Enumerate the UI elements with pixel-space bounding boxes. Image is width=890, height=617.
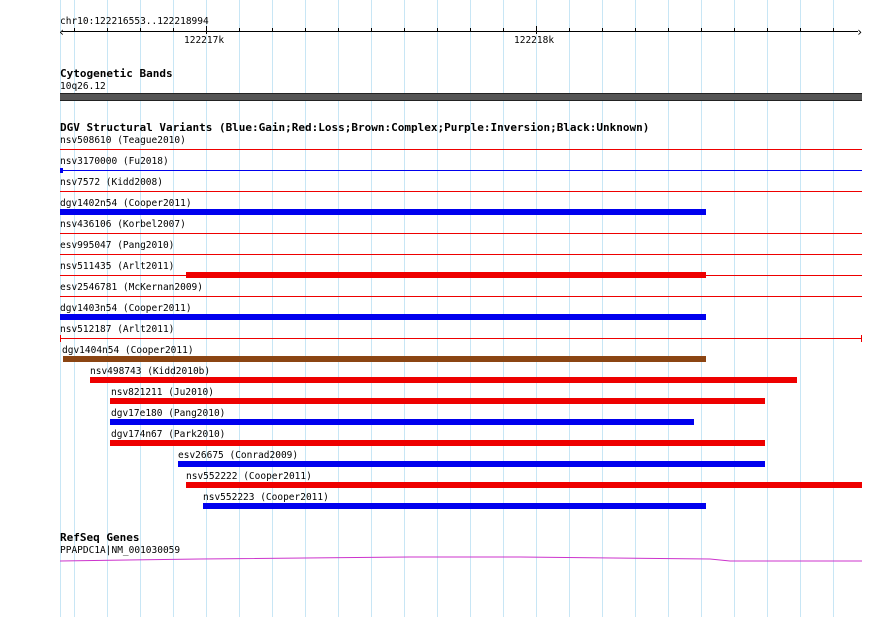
genome-browser-view[interactable]: chr10:122216553..122218994 ‹ › 122217k 1222…: [0, 0, 890, 617]
ruler-minor-tick: [272, 28, 273, 32]
ruler-minor-tick: [107, 28, 108, 32]
dgv-variant-label: nsv512187 (Arlt2011): [60, 324, 175, 335]
dgv-variant-bar: [60, 209, 706, 215]
ruler-minor-tick: [74, 28, 75, 32]
dgv-variant-bar: [110, 419, 694, 425]
ruler-left-arrow-icon: ‹: [58, 25, 66, 39]
ruler-minor-tick: [239, 28, 240, 32]
dgv-variant-label: nsv498743 (Kidd2010b): [90, 366, 211, 377]
ruler-minor-tick: [305, 28, 306, 32]
dgv-variant-label: esv26675 (Conrad2009): [178, 450, 299, 461]
dgv-variant-label: nsv511435 (Arlt2011): [60, 261, 175, 272]
ruler-minor-tick: [338, 28, 339, 32]
dgv-variant-bar: [110, 440, 765, 446]
dgv-variant-line: [60, 149, 862, 150]
dgv-variant-line: [60, 296, 862, 297]
region-label: chr10:122216553..122218994: [60, 16, 209, 27]
dgv-variant-bar: [110, 398, 765, 404]
ruler-minor-tick: [371, 28, 372, 32]
ruler-minor-tick: [503, 28, 504, 32]
dgv-variant-label: dgv17e180 (Pang2010): [111, 408, 226, 419]
dgv-variant-end-cap: [861, 335, 862, 342]
dgv-variant-start-mark: [60, 168, 63, 173]
ruler-minor-tick: [404, 28, 405, 32]
refseq-track-title: RefSeq Genes: [60, 531, 140, 544]
dgv-variant-bar: [90, 377, 797, 383]
ruler-minor-tick: [635, 28, 636, 32]
ruler-minor-tick: [602, 28, 603, 32]
ruler-minor-tick: [470, 28, 471, 32]
ruler-minor-tick: [701, 28, 702, 32]
cytoband-track-title: Cytogenetic Bands: [60, 67, 173, 80]
dgv-variant-bar: [203, 503, 706, 509]
ruler-minor-tick: [569, 28, 570, 32]
ruler-major-tick: [206, 26, 207, 34]
dgv-variant-line: [60, 254, 862, 255]
dgv-variant-line: [60, 191, 862, 192]
ruler-tick-label: 122217k: [184, 35, 225, 46]
dgv-variant-bar: [63, 356, 706, 362]
refseq-gene-line: [59, 556, 862, 562]
dgv-track-title: DGV Structural Variants (Blue:Gain;Red:L…: [60, 121, 650, 134]
ruler-minor-tick: [833, 28, 834, 32]
dgv-variant-label: nsv552222 (Cooper2011): [186, 471, 312, 482]
cytoband-bar[interactable]: [60, 93, 862, 101]
dgv-variant-line: [60, 338, 862, 339]
cytoband-label: 10q26.12: [60, 81, 106, 92]
dgv-variant-label: dgv1404n54 (Cooper2011): [62, 345, 194, 356]
ruler-line: [62, 31, 858, 32]
dgv-variant-label: dgv1403n54 (Cooper2011): [60, 303, 192, 314]
dgv-variant-bar: [186, 482, 862, 488]
dgv-variant-bar: [60, 314, 706, 320]
dgv-variant-label: nsv7572 (Kidd2008): [60, 177, 163, 188]
ruler-minor-tick: [800, 28, 801, 32]
dgv-variant-line: [60, 233, 862, 234]
ruler-minor-tick: [668, 28, 669, 32]
ruler-minor-tick: [734, 28, 735, 32]
dgv-variant-end-cap: [60, 335, 61, 342]
dgv-variant-label: esv995047 (Pang2010): [60, 240, 175, 251]
ruler-major-tick: [536, 26, 537, 34]
dgv-variant-bar: [186, 272, 706, 278]
ruler-right-arrow-icon: ›: [856, 25, 864, 39]
dgv-variant-label: nsv508610 (Teague2010): [60, 135, 186, 146]
ruler-minor-tick: [140, 28, 141, 32]
dgv-variant-label: nsv821211 (Ju2010): [111, 387, 214, 398]
dgv-variant-bar: [178, 461, 765, 467]
dgv-variant-label: nsv3170000 (Fu2018): [60, 156, 169, 167]
ruler-minor-tick: [173, 28, 174, 32]
dgv-variant-label: dgv174n67 (Park2010): [111, 429, 226, 440]
dgv-variant-label: dgv1402n54 (Cooper2011): [60, 198, 192, 209]
ruler-tick-label: 122218k: [514, 35, 555, 46]
refseq-gene-label[interactable]: PPAPDC1A|NM_001030059: [60, 545, 180, 556]
ruler-minor-tick: [437, 28, 438, 32]
dgv-variant-label: nsv552223 (Cooper2011): [203, 492, 329, 503]
dgv-variant-label: nsv436106 (Korbel2007): [60, 219, 186, 230]
dgv-variant-label: esv2546781 (McKernan2009): [60, 282, 203, 293]
dgv-variant-line: [60, 170, 862, 171]
ruler-minor-tick: [767, 28, 768, 32]
